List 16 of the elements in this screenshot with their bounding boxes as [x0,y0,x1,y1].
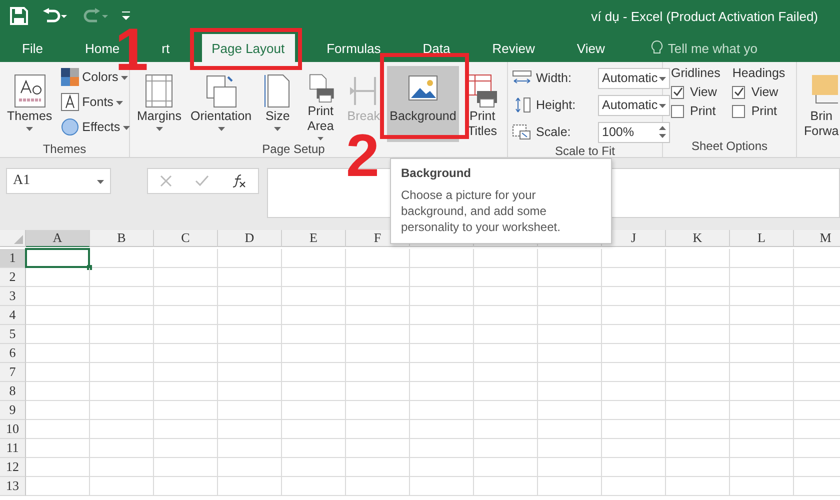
group-label: Themes [42,142,86,156]
field-label: Height: [536,98,577,112]
group-label: Scale to Fit [554,144,616,158]
group-label: Page Setup [262,142,325,156]
field-label: Scale: [536,125,572,139]
step-number: 2 [346,134,380,178]
checkbox-label: View [751,85,778,99]
checkbox-label: Print [690,104,716,118]
field-label: Width: [536,71,572,85]
tooltip-title: Background [401,166,472,180]
group-label: Sheet Options [691,139,768,153]
option-heading: Gridlines [671,66,720,80]
option-heading: Headings [732,66,786,80]
checkbox-label: Print [751,104,778,118]
checkbox-label: View [690,85,717,99]
window-title: ví dụ - Excel (Product Activation Failed) [591,8,818,24]
